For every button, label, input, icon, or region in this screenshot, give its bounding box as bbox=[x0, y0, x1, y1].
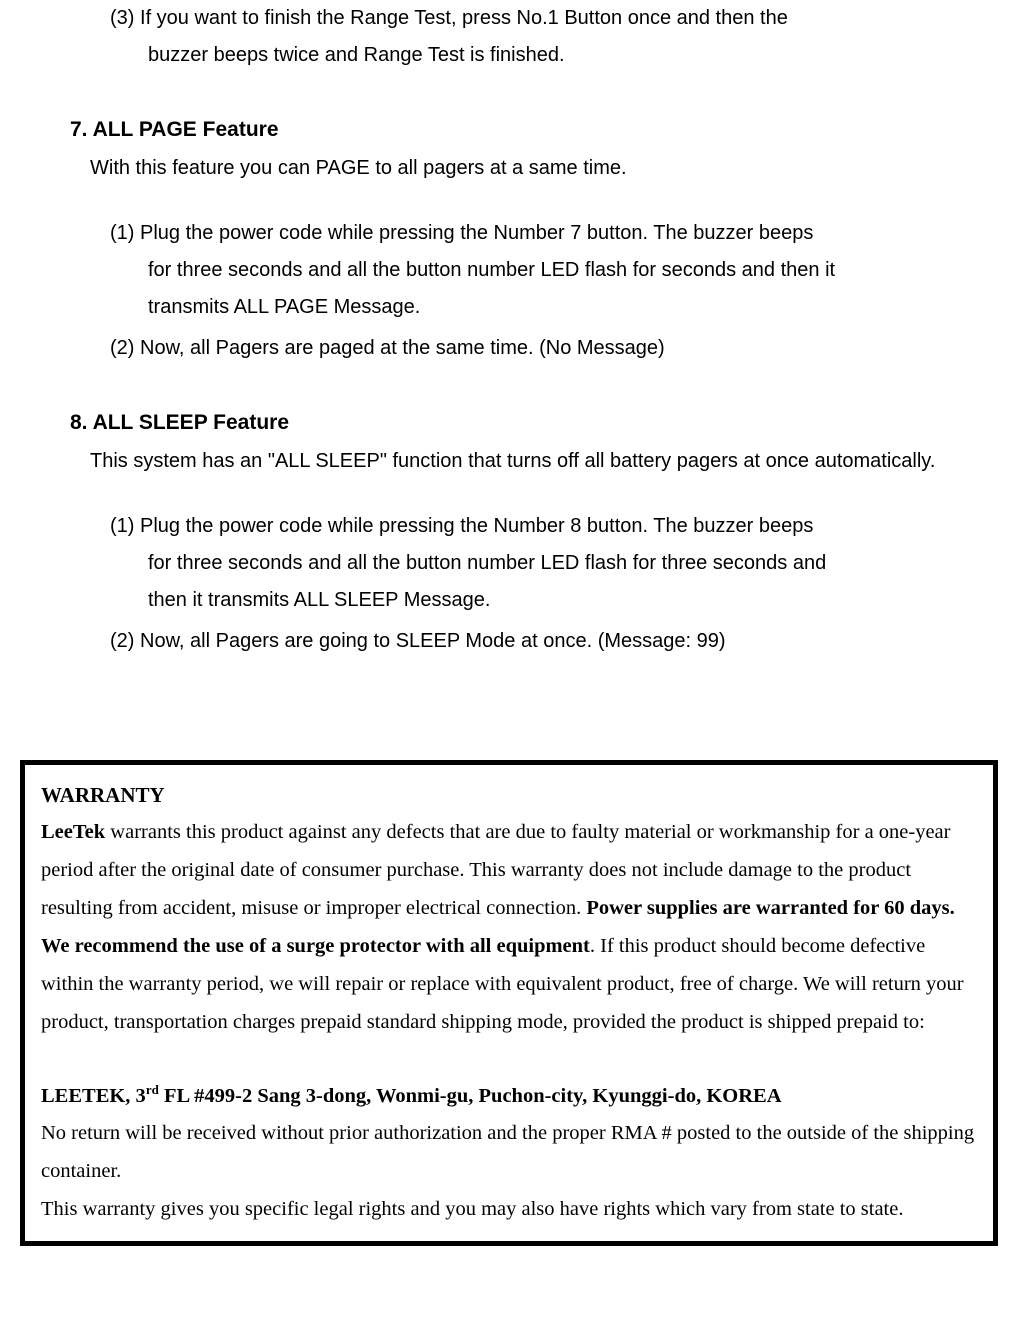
instruction-text: Plug the power code while pressing the N… bbox=[140, 222, 813, 244]
instruction-3: (3) If you want to finish the Range Test… bbox=[110, 0, 938, 74]
warranty-address: LEETEK, 3rd FL #499-2 Sang 3-dong, Wonmi… bbox=[41, 1078, 977, 1116]
instruction-text: Now, all Pagers are going to SLEEP Mode … bbox=[140, 630, 726, 652]
address-post: FL #499-2 Sang 3-dong, Wonmi-gu, Puchon-… bbox=[159, 1085, 782, 1107]
section-8-instructions: (1) Plug the power code while pressing t… bbox=[20, 508, 998, 660]
warranty-para-2: No return will be received without prior… bbox=[41, 1115, 977, 1191]
section-7-instructions: (1) Plug the power code while pressing t… bbox=[20, 215, 998, 367]
address-sup: rd bbox=[146, 1082, 159, 1097]
address-pre: LEETEK, 3 bbox=[41, 1085, 146, 1107]
warranty-para-3: This warranty gives you specific legal r… bbox=[41, 1191, 977, 1229]
top-instructions: (3) If you want to finish the Range Test… bbox=[20, 0, 998, 74]
instruction-num: (2) bbox=[110, 330, 134, 367]
instruction-num: (1) bbox=[110, 508, 134, 545]
instruction-text-cont: transmits ALL PAGE Message. bbox=[110, 289, 938, 326]
warranty-para-1: LeeTek warrants this product against any… bbox=[41, 814, 977, 1042]
instruction-text-cont: for three seconds and all the button num… bbox=[110, 545, 938, 582]
instruction-text: Now, all Pagers are paged at the same ti… bbox=[140, 337, 665, 359]
section-8-heading: 8. ALL SLEEP Feature bbox=[20, 411, 998, 435]
instruction-text: Plug the power code while pressing the N… bbox=[140, 515, 813, 537]
section-8-item-2: (2) Now, all Pagers are going to SLEEP M… bbox=[110, 623, 938, 660]
instruction-num: (3) bbox=[110, 0, 134, 37]
warranty-company: LeeTek bbox=[41, 821, 105, 843]
section-8: 8. ALL SLEEP Feature This system has an … bbox=[20, 411, 998, 660]
instruction-num: (2) bbox=[110, 623, 134, 660]
instruction-text-cont: then it transmits ALL SLEEP Message. bbox=[110, 582, 938, 619]
warranty-box: WARRANTY LeeTek warrants this product ag… bbox=[20, 760, 998, 1246]
warranty-title: WARRANTY bbox=[41, 783, 977, 808]
document-page: (3) If you want to finish the Range Test… bbox=[0, 0, 1018, 1286]
instruction-text: If you want to finish the Range Test, pr… bbox=[140, 7, 788, 29]
instruction-text-cont: for three seconds and all the button num… bbox=[110, 252, 938, 289]
section-7: 7. ALL PAGE Feature With this feature yo… bbox=[20, 118, 998, 367]
section-7-intro: With this feature you can PAGE to all pa… bbox=[20, 150, 998, 187]
section-7-item-1: (1) Plug the power code while pressing t… bbox=[110, 215, 938, 326]
section-7-item-2: (2) Now, all Pagers are paged at the sam… bbox=[110, 330, 938, 367]
section-8-item-1: (1) Plug the power code while pressing t… bbox=[110, 508, 938, 619]
section-8-intro: This system has an "ALL SLEEP" function … bbox=[20, 443, 998, 480]
section-7-heading: 7. ALL PAGE Feature bbox=[20, 118, 998, 142]
instruction-text-cont: buzzer beeps twice and Range Test is fin… bbox=[110, 37, 938, 74]
instruction-num: (1) bbox=[110, 215, 134, 252]
